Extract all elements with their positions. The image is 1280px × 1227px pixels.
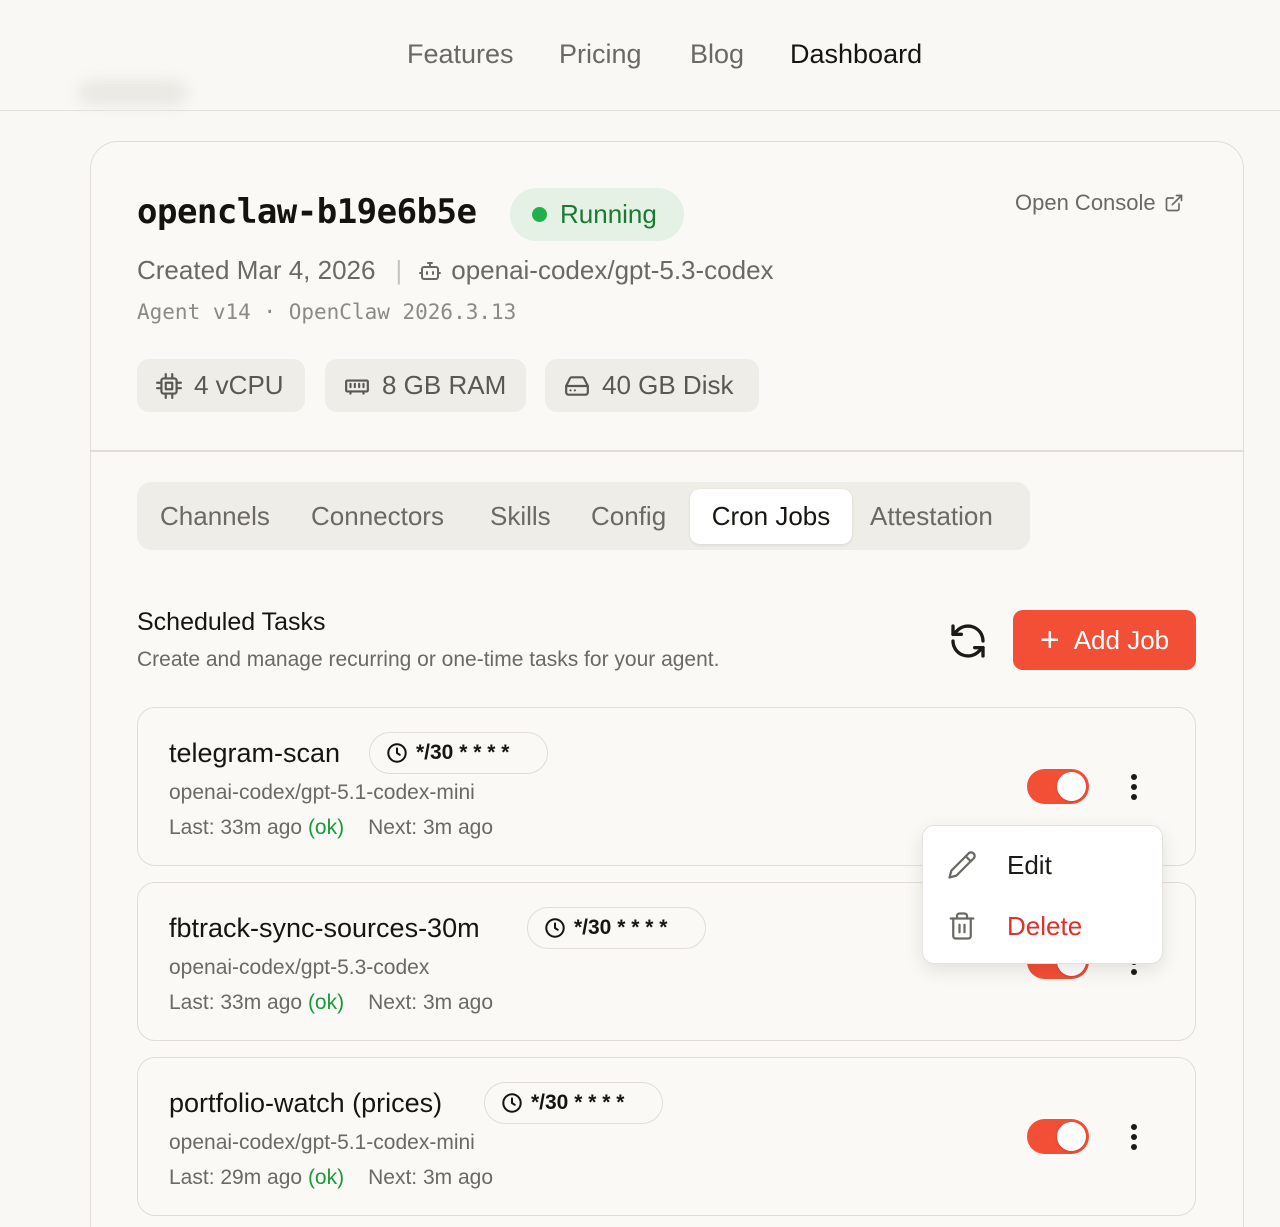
menu-delete-label: Delete: [1007, 910, 1083, 941]
nav-link-dashboard[interactable]: Dashboard: [790, 36, 922, 72]
card-divider: [90, 450, 1244, 452]
job-context-menu: Edit Delete: [922, 825, 1163, 964]
tab-skills[interactable]: Skills: [490, 489, 551, 544]
spec-ram: 8 GB RAM: [325, 359, 526, 412]
job-next-run: Next: 3m ago: [368, 991, 494, 1014]
tab-bar: Channels Connectors Skills Config Cron J…: [137, 482, 1030, 550]
status-dot-icon: [532, 207, 547, 222]
job-last-status: (ok): [307, 991, 345, 1014]
job-next-run: Next: 3m ago: [368, 816, 494, 839]
robot-icon: [419, 261, 442, 280]
job-times: Last: 33m ago (ok) Next: 3m ago: [169, 991, 493, 1015]
status-badge: Running: [510, 188, 684, 241]
job-name: fbtrack-sync-sources-30m: [169, 913, 480, 943]
instance-model: openai-codex/gpt-5.3-codex: [451, 255, 774, 285]
job-name: telegram-scan: [169, 738, 341, 768]
refresh-icon: [951, 624, 985, 658]
spec-cpu-label: 4 vCPU: [194, 370, 284, 400]
job-card-portfolio-watch: portfolio-watch (prices) */30 * * * * op…: [137, 1057, 1196, 1216]
job-last-run: Last: 29m ago: [169, 1166, 303, 1189]
section-title: Scheduled Tasks: [137, 608, 326, 636]
menu-item-edit[interactable]: Edit: [923, 836, 1164, 894]
job-menu-button[interactable]: [1120, 769, 1148, 805]
tab-connectors[interactable]: Connectors: [311, 489, 444, 544]
open-console-label: Open Console: [1015, 190, 1156, 215]
nav-link-features[interactable]: Features: [407, 36, 514, 72]
spec-cpu: 4 vCPU: [137, 359, 305, 412]
job-model: openai-codex/gpt-5.3-codex: [169, 956, 430, 979]
cron-schedule: */30 * * * *: [574, 916, 668, 939]
clock-icon: [502, 1093, 522, 1113]
nav-link-blog[interactable]: Blog: [690, 36, 744, 72]
job-model: openai-codex/gpt-5.1-codex-mini: [169, 781, 475, 804]
trash-icon: [949, 912, 975, 940]
job-times: Last: 29m ago (ok) Next: 3m ago: [169, 1166, 493, 1190]
job-next-run: Next: 3m ago: [368, 1166, 494, 1189]
toggle-knob: [1057, 1122, 1086, 1151]
created-date: Created Mar 4, 2026: [137, 255, 376, 285]
clock-icon: [545, 918, 565, 938]
open-console-link[interactable]: Open Console: [1015, 190, 1184, 216]
job-last-run: Last: 33m ago: [169, 991, 303, 1014]
instance-name: openclaw-b19e6b5e: [137, 192, 477, 232]
tab-channels[interactable]: Channels: [160, 489, 270, 544]
job-times: Last: 33m ago (ok) Next: 3m ago: [169, 816, 493, 840]
add-job-label: Add Job: [1073, 624, 1170, 655]
plus-icon: +: [1039, 621, 1060, 659]
cron-schedule: */30 * * * *: [531, 1091, 625, 1114]
tab-attestation[interactable]: Attestation: [870, 489, 993, 544]
refresh-button[interactable]: [948, 621, 988, 661]
job-enabled-toggle[interactable]: [1027, 1119, 1089, 1154]
job-menu-button[interactable]: [1120, 1119, 1148, 1155]
job-enabled-toggle[interactable]: [1027, 769, 1089, 804]
cron-schedule: */30 * * * *: [416, 741, 510, 764]
section-subtitle: Create and manage recurring or one-time …: [137, 648, 720, 671]
memory-icon: [345, 379, 369, 395]
cron-schedule-pill: */30 * * * *: [484, 1082, 663, 1124]
spec-disk: 40 GB Disk: [545, 359, 759, 412]
top-nav: Features Pricing Blog Dashboard: [0, 0, 1280, 111]
blurred-logo: [78, 80, 188, 106]
job-last-status: (ok): [307, 1166, 345, 1189]
toggle-knob: [1057, 772, 1086, 801]
instance-meta: Created Mar 4, 2026 | openai-codex/gpt-5…: [137, 255, 774, 286]
meta-separator: |: [395, 255, 403, 285]
nav-link-pricing[interactable]: Pricing: [559, 36, 642, 72]
job-name: portfolio-watch (prices): [169, 1088, 443, 1118]
job-model: openai-codex/gpt-5.1-codex-mini: [169, 1131, 475, 1154]
version-info: Agent v14 · OpenClaw 2026.3.13: [137, 300, 517, 324]
hard-drive-icon: [565, 375, 589, 396]
nav-links: Features Pricing Blog Dashboard: [0, 36, 1280, 72]
pencil-icon: [948, 851, 976, 879]
job-last-status: (ok): [307, 816, 345, 839]
menu-edit-label: Edit: [1007, 849, 1052, 880]
status-text: Running: [560, 199, 657, 229]
external-link-icon: [1165, 194, 1182, 212]
add-job-button[interactable]: + Add Job: [1013, 610, 1196, 670]
menu-item-delete[interactable]: Delete: [923, 897, 1164, 955]
clock-icon: [387, 743, 407, 763]
spec-ram-label: 8 GB RAM: [382, 370, 507, 400]
cron-schedule-pill: */30 * * * *: [369, 732, 548, 774]
cpu-icon: [156, 372, 182, 399]
job-last-run: Last: 33m ago: [169, 816, 303, 839]
spec-disk-label: 40 GB Disk: [602, 370, 734, 400]
tab-cron-jobs[interactable]: Cron Jobs: [690, 489, 852, 544]
cron-schedule-pill: */30 * * * *: [527, 907, 706, 949]
tab-config[interactable]: Config: [591, 489, 666, 544]
